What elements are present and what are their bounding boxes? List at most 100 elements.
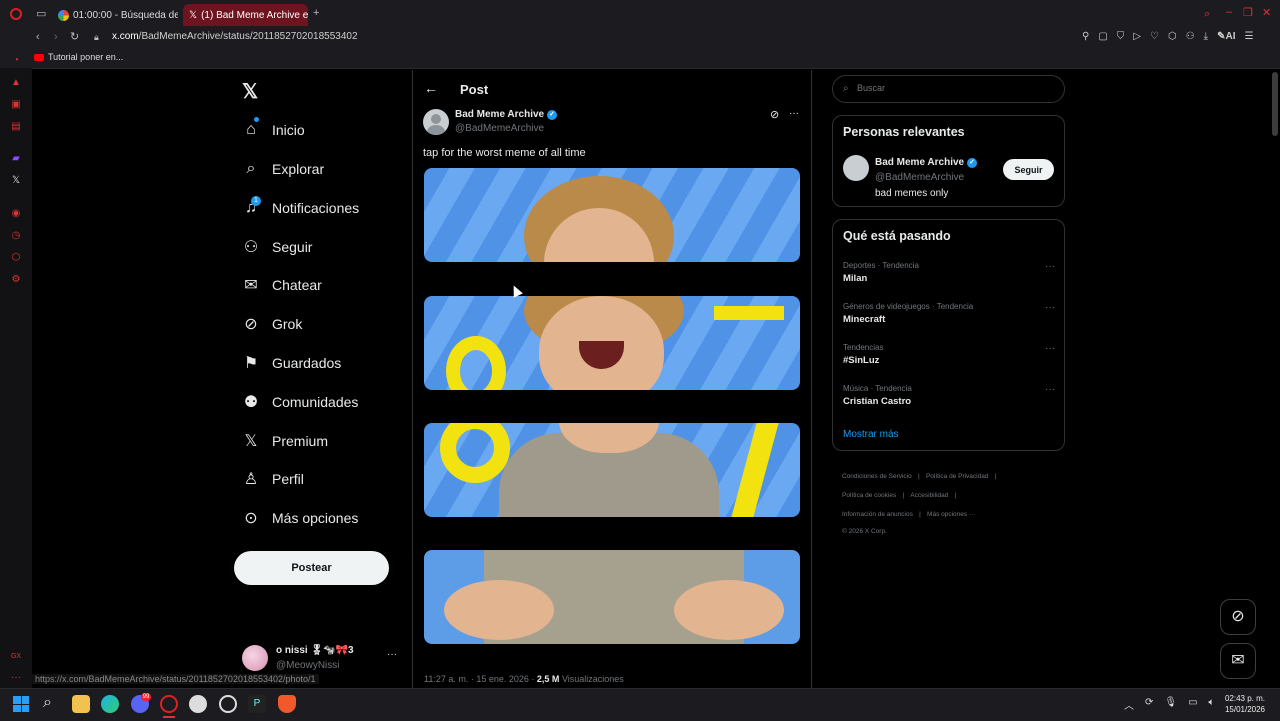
nav-item-explorar[interactable]: ⌕ Explorar bbox=[241, 154, 325, 184]
brave-icon[interactable] bbox=[278, 695, 296, 713]
sidebar-x-icon[interactable]: 𝕏 bbox=[10, 175, 22, 187]
nav-item-grok[interactable]: ⊘ Grok bbox=[241, 309, 302, 339]
tab-bad-meme-archive[interactable]: 𝕏 (1) Bad Meme Archive en X bbox=[183, 4, 308, 26]
reload-icon[interactable]: ↻ bbox=[70, 31, 79, 43]
aria-icon[interactable]: ◔ bbox=[10, 55, 22, 67]
bookmark-tutorial[interactable]: Tutorial poner en... bbox=[34, 52, 123, 62]
file-explorer-icon[interactable] bbox=[72, 695, 90, 713]
search-box[interactable]: ⌕ bbox=[832, 75, 1065, 103]
post-handle[interactable]: @BadMemeArchive bbox=[455, 123, 544, 134]
grok-float-button[interactable]: ⊘ bbox=[1220, 599, 1256, 635]
messages-float-button[interactable]: ✉ bbox=[1220, 643, 1256, 679]
taskbar-search-icon[interactable]: ⌕ bbox=[43, 694, 52, 712]
back-icon[interactable]: ‹ bbox=[36, 31, 40, 43]
post-timestamp[interactable]: 11:27 a. m. · 15 ene. 2026 · bbox=[424, 674, 537, 684]
windows-start-icon[interactable] bbox=[13, 696, 29, 712]
nav-item-guardados[interactable]: ⚑ Guardados bbox=[241, 348, 341, 378]
relevant-avatar[interactable] bbox=[843, 155, 869, 181]
post-image-2[interactable] bbox=[424, 296, 800, 390]
sidebar-cube-icon[interactable]: ⬡ bbox=[10, 252, 22, 264]
footer-link-privacy[interactable]: Política de Privacidad bbox=[926, 473, 989, 480]
back-arrow-icon[interactable]: ← bbox=[424, 80, 438, 96]
microphone-icon[interactable]: 🎙︎ bbox=[1164, 697, 1177, 712]
show-more-link[interactable]: Mostrar más bbox=[843, 429, 899, 440]
sidebar-bag-icon[interactable]: ▲ bbox=[10, 77, 22, 89]
footer-link-terms[interactable]: Condiciones de Servicio bbox=[842, 473, 912, 480]
post-image-4[interactable] bbox=[424, 550, 800, 644]
opera-logo-icon[interactable] bbox=[10, 8, 22, 20]
sidebar-game-icon[interactable]: ▣ bbox=[10, 99, 22, 111]
pin-icon[interactable]: ⚲ bbox=[1082, 31, 1089, 42]
history-icon[interactable]: ◷ bbox=[10, 230, 22, 242]
nav-item-seguir[interactable]: ⚇ Seguir bbox=[241, 232, 313, 262]
trend-more-icon[interactable]: ··· bbox=[1045, 261, 1055, 272]
clock[interactable]: 02:43 p. m. 15/01/2026 bbox=[1222, 693, 1268, 715]
app-icon[interactable]: P bbox=[248, 695, 266, 713]
minimize-icon[interactable]: – bbox=[1226, 6, 1232, 18]
post-button[interactable]: Postear bbox=[234, 551, 389, 585]
network-icon[interactable]: ▭ bbox=[1188, 697, 1197, 712]
nav-item-chatear[interactable]: ✉ Chatear bbox=[241, 270, 322, 300]
edge-icon[interactable] bbox=[101, 695, 119, 713]
volume-icon[interactable]: 🔈︎ bbox=[1209, 697, 1215, 712]
wallet-icon[interactable]: ⚇ bbox=[1186, 31, 1195, 42]
nav-item-premium[interactable]: 𝕏 Premium bbox=[241, 426, 328, 456]
nav-item-comunidades[interactable]: ⚉ Comunidades bbox=[241, 387, 359, 417]
close-icon[interactable]: ✕ bbox=[1262, 7, 1271, 19]
app-icon[interactable] bbox=[219, 695, 237, 713]
footer-link-cookies[interactable]: Política de cookies bbox=[842, 492, 896, 499]
tray-chevron-icon[interactable]: ︿ bbox=[1124, 697, 1134, 712]
footer-copyright: © 2026 X Corp. bbox=[842, 528, 887, 535]
trend-more-icon[interactable]: ··· bbox=[1045, 384, 1055, 395]
maximize-icon[interactable]: ❐ bbox=[1243, 7, 1253, 19]
extensions-icon[interactable]: ⬡ bbox=[1168, 31, 1177, 42]
post-avatar[interactable] bbox=[423, 109, 449, 135]
heart-icon[interactable]: ♡ bbox=[1150, 31, 1159, 42]
grok-post-icon[interactable]: ⊘ bbox=[770, 108, 779, 121]
search-tabs-icon[interactable]: ⌕ bbox=[1204, 8, 1210, 20]
url-field[interactable]: x.com/BadMemeArchive/status/201185270201… bbox=[112, 31, 358, 42]
nav-item-mas-opciones[interactable]: ⊙ Más opciones bbox=[241, 503, 358, 533]
relevant-name-row[interactable]: Bad Meme Archive ✓ bbox=[875, 157, 978, 168]
menu-icon[interactable]: ☰ bbox=[1244, 31, 1253, 42]
account-switcher[interactable]: o nissi 🎖🐄🎀3 @MeowyNissi ··· bbox=[242, 643, 402, 675]
page-scrollbar[interactable] bbox=[1272, 72, 1278, 136]
trend-item[interactable]: Música · Tendencia Cristian Castro ··· bbox=[843, 384, 1055, 407]
opera-taskbar-icon[interactable] bbox=[160, 695, 178, 713]
post-image-3[interactable] bbox=[424, 423, 800, 517]
trend-more-icon[interactable]: ··· bbox=[1045, 302, 1055, 313]
ai-icon[interactable]: ✎AI bbox=[1217, 31, 1235, 42]
app-icon[interactable] bbox=[189, 695, 207, 713]
forward-icon[interactable]: › bbox=[54, 31, 58, 43]
account-more-icon[interactable]: ··· bbox=[387, 649, 397, 660]
search-input[interactable] bbox=[855, 82, 1059, 94]
nav-item-inicio[interactable]: ⌂ Inicio bbox=[241, 115, 305, 145]
new-tab-icon[interactable]: + bbox=[313, 7, 319, 19]
post-author[interactable]: Bad Meme Archive ✓ bbox=[455, 109, 558, 120]
post-image-1[interactable] bbox=[424, 168, 800, 262]
snapshot-icon[interactable]: ▢ bbox=[1098, 31, 1107, 42]
tab-overview-icon[interactable]: ▭ bbox=[36, 8, 46, 20]
shield-icon[interactable]: ⛉ bbox=[1117, 31, 1125, 42]
settings-icon[interactable]: ⚙ bbox=[10, 274, 22, 286]
footer-link-accessibility[interactable]: Accesibilidad bbox=[910, 492, 948, 499]
play-icon[interactable]: ▷ bbox=[1133, 31, 1141, 42]
tab-google-search[interactable]: 01:00:00 - Búsqueda de G bbox=[52, 4, 178, 26]
trend-item[interactable]: Tendencias #SinLuz ··· bbox=[843, 343, 1055, 366]
footer-link-more[interactable]: Más opciones ··· bbox=[927, 511, 975, 518]
sidebar-player-icon[interactable]: ◉ bbox=[10, 208, 22, 220]
sidebar-gx-icon[interactable]: ▤ bbox=[10, 121, 22, 133]
x-logo-icon[interactable]: 𝕏 bbox=[242, 79, 258, 104]
nav-item-perfil[interactable]: ♙ Perfil bbox=[241, 464, 304, 494]
download-icon[interactable]: ⤓ bbox=[1204, 31, 1208, 42]
ai-label: AI bbox=[1225, 31, 1236, 42]
trend-more-icon[interactable]: ··· bbox=[1045, 343, 1055, 354]
footer-link-ads[interactable]: Información de anuncios bbox=[842, 511, 913, 518]
follow-button[interactable]: Seguir bbox=[1003, 159, 1054, 180]
trend-item[interactable]: Géneros de videojuegos · Tendencia Minec… bbox=[843, 302, 1055, 325]
twitch-icon[interactable]: ▰ bbox=[10, 153, 22, 165]
tray-sync-icon[interactable]: ⟳ bbox=[1145, 697, 1153, 712]
post-more-icon[interactable]: ··· bbox=[789, 108, 799, 119]
trend-item[interactable]: Deportes · Tendencia Milan ··· bbox=[843, 261, 1055, 284]
sidebar-more-icon[interactable]: ··· bbox=[10, 672, 22, 684]
